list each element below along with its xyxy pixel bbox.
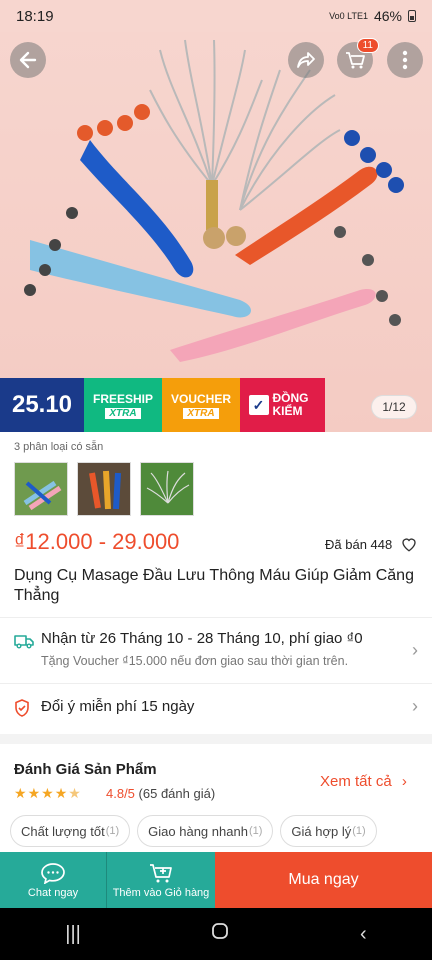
variant-thumbnail-2[interactable] — [77, 462, 131, 516]
variant-thumbnail-1[interactable] — [14, 462, 68, 516]
star-icon: ★ — [27, 785, 41, 801]
review-chip-good-price[interactable]: Giá hợp lý (1) — [280, 815, 377, 847]
share-icon — [297, 52, 315, 68]
variant-image-3 — [141, 463, 193, 515]
free-return-row[interactable]: Đổi ý miễn phí 15 ngày › — [0, 684, 432, 732]
promo-freeship: FREESHIP XTRA — [84, 378, 162, 432]
chip-label: Giá hợp lý — [291, 823, 352, 839]
add-cart-icon — [150, 863, 172, 882]
shipping-row[interactable]: Nhận từ 26 Tháng 10 - 28 Tháng 10, phí g… — [0, 620, 432, 682]
see-all-label: Xem tất cả — [320, 773, 392, 790]
promo-banner: 25.10 FREESHIP XTRA VOUCHER XTRA ✓ ĐỒNG … — [0, 378, 325, 432]
more-options-button[interactable] — [387, 42, 423, 78]
star-icon: ★ — [41, 785, 54, 801]
favorite-button[interactable] — [400, 535, 418, 558]
price-range: ₫12.000 - 29.000 — [14, 529, 180, 554]
network-indicator: Vo0 LTE1 — [329, 11, 368, 21]
chip-label: Chất lượng tốt — [21, 823, 105, 839]
buy-now-button[interactable]: Mua ngay — [215, 852, 432, 908]
cart-button[interactable]: 11 — [337, 38, 379, 78]
chat-label: Chat ngay — [27, 886, 79, 899]
battery-text: 46% — [373, 8, 402, 24]
promo-voucher-label: VOUCHER — [170, 391, 231, 406]
promo-freeship-tag: XTRA — [105, 407, 141, 419]
home-icon[interactable] — [211, 922, 229, 946]
star-icon: ★ — [14, 785, 27, 801]
heart-icon — [402, 538, 416, 552]
product-title: Dụng Cụ Masage Đầu Lưu Thông Máu Giúp Gi… — [14, 567, 414, 604]
shipping-voucher-note: Tặng Voucher ₫15.000 nếu đơn giao sau th… — [41, 654, 349, 668]
star-half-icon: ★ — [68, 785, 81, 801]
add-to-cart-label: Thêm vào Giỏ hàng — [112, 886, 210, 899]
chat-button[interactable]: Chat ngay — [0, 852, 107, 908]
rating-value: 4.8/5 — [106, 786, 135, 801]
variant-image-2 — [78, 463, 130, 515]
cart-count-badge: 11 — [356, 38, 379, 53]
reviews-title: Đánh Giá Sản Phẩm — [14, 761, 157, 778]
status-bar: 18:19 Vo0 LTE1 46% — [0, 0, 432, 32]
chevron-right-icon: › — [412, 696, 418, 716]
variant-thumbnails — [14, 462, 194, 516]
add-to-cart-button[interactable]: Thêm vào Giỏ hàng — [107, 852, 215, 908]
free-return-text: Đổi ý miễn phí 15 ngày — [41, 698, 195, 715]
chip-label: Giao hàng nhanh — [148, 823, 248, 839]
review-chip-quality[interactable]: Chất lượng tốt (1) — [10, 815, 131, 847]
bottom-action-bar: Chat ngay Thêm vào Giỏ hàng Mua ngay — [0, 852, 432, 908]
check-icon: ✓ — [248, 395, 269, 415]
image-counter: 1/12 — [371, 395, 417, 419]
shipping-estimate: Nhận từ 26 Tháng 10 - 28 Tháng 10, phí g… — [41, 630, 363, 647]
status-time: 18:19 — [16, 7, 54, 25]
promo-voucher-tag: XTRA — [183, 407, 219, 419]
system-navigation-bar: ||| ‹ — [0, 908, 432, 960]
promo-freeship-label: FREESHIP — [92, 391, 153, 406]
chip-count: (1) — [105, 825, 120, 837]
star-icon: ★ — [54, 785, 68, 801]
rating-count: (65 đánh giá) — [138, 786, 216, 801]
buy-now-label: Mua ngay — [288, 871, 359, 888]
chip-count: (1) — [352, 825, 366, 837]
truck-icon — [14, 635, 34, 649]
variants-label: 3 phân loại có sẵn — [14, 441, 104, 453]
arrow-left-icon — [19, 51, 37, 69]
share-button[interactable] — [288, 42, 324, 78]
promo-date: 25.10 — [0, 378, 84, 432]
promo-voucher: VOUCHER XTRA — [162, 378, 240, 432]
section-divider — [0, 734, 432, 744]
more-vertical-icon — [402, 50, 408, 70]
battery-icon — [408, 10, 416, 22]
promo-dong-kiem: ✓ ĐỒNG KIỂM — [240, 378, 325, 432]
shield-icon — [15, 699, 29, 717]
review-chip-fast-delivery[interactable]: Giao hàng nhanh (1) — [137, 815, 274, 847]
chevron-right-icon: › — [412, 640, 418, 660]
chip-count: (1) — [248, 825, 263, 837]
rating-summary: 4.8/5 (65 đánh giá) — [106, 786, 215, 801]
chat-icon — [41, 862, 65, 884]
review-tag-chips: Chất lượng tốt (1) Giao hàng nhanh (1) Giá… — [10, 815, 377, 847]
sold-count: Đã bán 448 — [325, 537, 393, 552]
variant-thumbnail-3[interactable] — [140, 462, 194, 516]
back-nav-icon[interactable]: ‹ — [360, 923, 367, 946]
rating-stars: ★ ★ ★ ★ ★ — [14, 785, 81, 802]
recent-apps-icon[interactable]: ||| — [65, 923, 81, 946]
see-all-reviews-link[interactable]: Xem tất cả › — [320, 773, 407, 790]
variant-image-1 — [15, 463, 67, 515]
promo-dong-kiem-label: ĐỒNG KIỂM — [272, 391, 309, 418]
divider — [0, 617, 432, 618]
chevron-right-icon: › — [401, 773, 407, 790]
back-button[interactable] — [10, 42, 46, 78]
